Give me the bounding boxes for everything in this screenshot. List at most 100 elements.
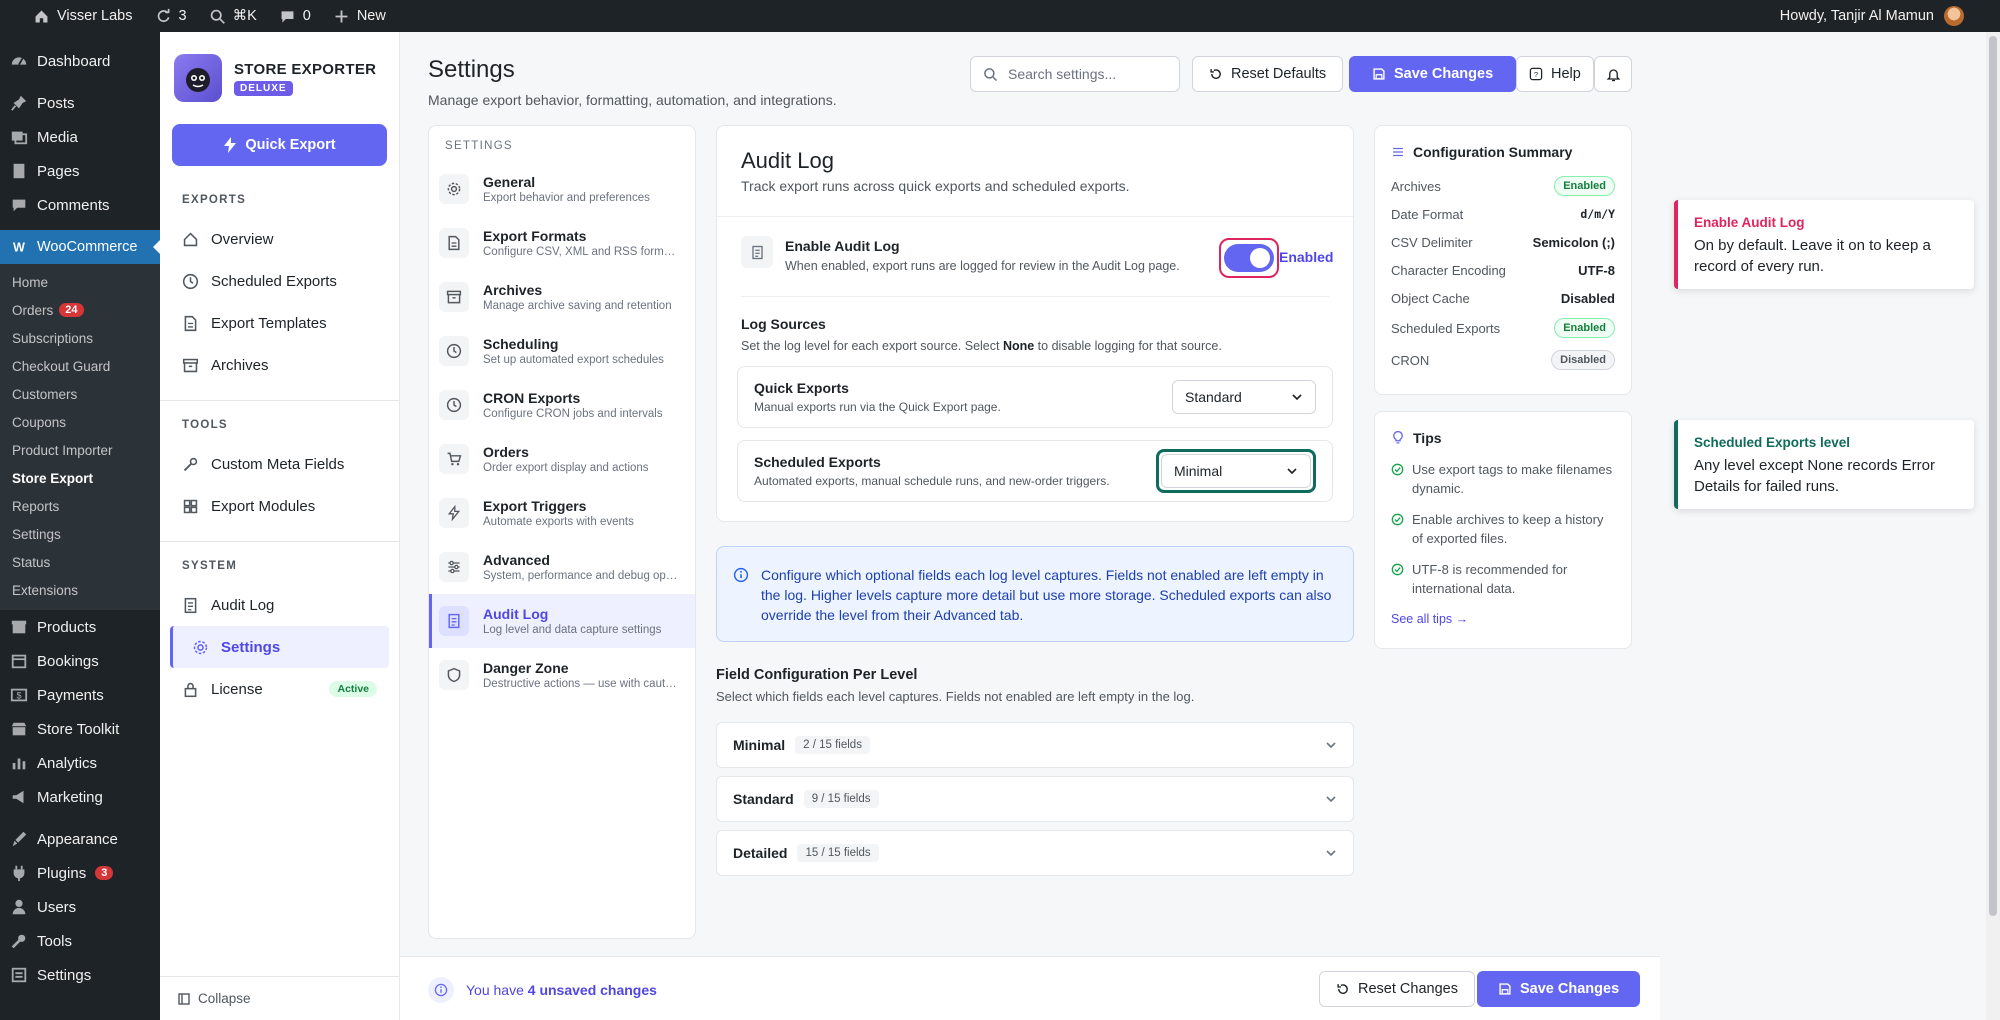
menu-dashboard[interactable]: Dashboard bbox=[0, 44, 160, 78]
accordion-detailed[interactable]: Detailed 15 / 15 fields bbox=[716, 830, 1354, 876]
settings-nav-general[interactable]: General Export behavior and preferences bbox=[429, 162, 695, 216]
menu-analytics[interactable]: Analytics bbox=[0, 746, 160, 780]
submenu-item[interactable]: Reports bbox=[0, 492, 160, 520]
reset-defaults-button[interactable]: Reset Defaults bbox=[1192, 56, 1344, 92]
menu-posts[interactable]: Posts bbox=[0, 86, 160, 120]
settings-nav-scheduling[interactable]: Scheduling Set up automated export schedu… bbox=[429, 324, 695, 378]
settings-nav-orders[interactable]: Orders Order export display and actions bbox=[429, 432, 695, 486]
updates-link[interactable]: 3 bbox=[144, 0, 198, 32]
settings-nav-archives[interactable]: Archives Manage archive saving and retent… bbox=[429, 270, 695, 324]
menu-users[interactable]: Users bbox=[0, 890, 160, 924]
submenu-item[interactable]: Customers bbox=[0, 380, 160, 408]
divider bbox=[741, 296, 1329, 297]
submenu-item[interactable]: Extensions bbox=[0, 576, 160, 604]
enable-audit-log-title: Enable Audit Log bbox=[785, 238, 900, 254]
menu-appearance[interactable]: Appearance bbox=[0, 822, 160, 856]
section-heading: EXPORTS bbox=[182, 194, 247, 206]
nav-desc: Set up automated export schedules bbox=[483, 354, 664, 366]
wp-logo-icon[interactable]: W bbox=[0, 0, 22, 32]
settings-nav-audit-log[interactable]: Audit Log Log level and data capture sett… bbox=[429, 594, 695, 648]
submenu-item[interactable]: Coupons bbox=[0, 408, 160, 436]
submenu-item[interactable]: Checkout Guard bbox=[0, 352, 160, 380]
accordion-minimal[interactable]: Minimal 2 / 15 fields bbox=[716, 722, 1354, 768]
tips-title: Tips bbox=[1413, 430, 1442, 446]
accordion-standard[interactable]: Standard 9 / 15 fields bbox=[716, 776, 1354, 822]
settings-nav-export-triggers[interactable]: Export Triggers Automate exports with eve… bbox=[429, 486, 695, 540]
reset-changes-button[interactable]: Reset Changes bbox=[1319, 971, 1475, 1007]
command-search[interactable]: ⌘K bbox=[198, 0, 268, 32]
settings-nav-advanced[interactable]: Advanced System, performance and debug op… bbox=[429, 540, 695, 594]
settings-nav-danger-zone[interactable]: Danger Zone Destructive actions — use wit… bbox=[429, 648, 695, 702]
see-all-tips-link[interactable]: See all tips → bbox=[1375, 610, 1631, 628]
quick-exports-level-select[interactable]: Standard bbox=[1172, 380, 1316, 414]
nav-license[interactable]: License Active bbox=[160, 668, 399, 710]
menu-settings[interactable]: Settings bbox=[0, 958, 160, 992]
settings-nav-cron-exports[interactable]: CRON Exports Configure CRON jobs and inte… bbox=[429, 378, 695, 432]
nav-title: Export Triggers bbox=[483, 498, 587, 514]
menu-comments[interactable]: Comments bbox=[0, 188, 160, 222]
menu-media[interactable]: Media bbox=[0, 120, 160, 154]
row-label: Archives bbox=[1391, 178, 1441, 194]
nav-title: Audit Log bbox=[483, 606, 549, 622]
button-label: Save Changes bbox=[1394, 66, 1494, 82]
clock-icon bbox=[439, 390, 469, 420]
submenu-item-current[interactable]: Store Export bbox=[0, 464, 160, 492]
source-desc: Manual exports run via the Quick Export … bbox=[754, 400, 1001, 414]
help-button[interactable]: ? Help bbox=[1516, 56, 1594, 92]
submenu-item[interactable]: Orders 24 bbox=[0, 296, 160, 324]
nav-label: Custom Meta Fields bbox=[211, 455, 345, 473]
save-changes-button[interactable]: Save Changes bbox=[1349, 56, 1517, 92]
new-label: New bbox=[356, 8, 386, 24]
notifications-button[interactable] bbox=[1594, 56, 1632, 92]
collapse-button[interactable]: Collapse bbox=[160, 976, 399, 1020]
quick-export-button[interactable]: Quick Export bbox=[172, 124, 387, 166]
submenu-item[interactable]: Product Importer bbox=[0, 436, 160, 464]
menu-plugins[interactable]: Plugins 3 bbox=[0, 856, 160, 890]
menu-label: WooCommerce bbox=[37, 239, 138, 255]
submenu-label: Extensions bbox=[12, 582, 79, 598]
menu-bookings[interactable]: Bookings bbox=[0, 644, 160, 678]
account-menu[interactable]: Howdy, Tanjir Al Mamun bbox=[1780, 6, 2000, 26]
nav-archives[interactable]: Archives bbox=[160, 344, 399, 386]
submenu-item[interactable]: Settings bbox=[0, 520, 160, 548]
tip-item: Enable archives to keep a history of exp… bbox=[1375, 510, 1631, 548]
page-scrollbar[interactable] bbox=[1986, 32, 2000, 1020]
submenu-item[interactable]: Subscriptions bbox=[0, 324, 160, 352]
nav-export-templates[interactable]: Export Templates bbox=[160, 302, 399, 344]
comments-link[interactable]: 0 bbox=[268, 0, 322, 32]
save-changes-footer-button[interactable]: Save Changes bbox=[1477, 971, 1641, 1007]
menu-woocommerce[interactable]: W WooCommerce bbox=[0, 230, 160, 264]
nav-overview[interactable]: Overview bbox=[160, 218, 399, 260]
nav-custom-meta-fields[interactable]: Custom Meta Fields bbox=[160, 443, 399, 485]
nav-desc: Automate exports with events bbox=[483, 516, 634, 528]
check-circle-icon bbox=[1391, 460, 1404, 498]
nav-settings[interactable]: Settings bbox=[170, 626, 389, 668]
menu-payments[interactable]: $ Payments bbox=[0, 678, 160, 712]
level-count: 9 / 15 fields bbox=[803, 790, 879, 808]
enable-audit-log-toggle[interactable] bbox=[1219, 238, 1279, 278]
submenu-item[interactable]: Status bbox=[0, 548, 160, 576]
nav-audit-log[interactable]: Audit Log bbox=[160, 584, 399, 626]
submenu-label: Store Export bbox=[12, 470, 94, 486]
search-input[interactable]: Search settings... bbox=[970, 56, 1180, 92]
wrench-icon bbox=[10, 932, 28, 950]
source-row-scheduled-exports: Scheduled Exports Automated exports, man… bbox=[737, 440, 1333, 502]
menu-tools[interactable]: Tools bbox=[0, 924, 160, 958]
nav-export-modules[interactable]: Export Modules bbox=[160, 485, 399, 527]
submenu-item[interactable]: Home bbox=[0, 268, 160, 296]
annotation-title: Scheduled Exports level bbox=[1694, 435, 1851, 450]
scrollbar-thumb[interactable] bbox=[1989, 36, 1997, 916]
level-name: Standard bbox=[733, 791, 794, 807]
menu-marketing[interactable]: Marketing bbox=[0, 780, 160, 814]
menu-products[interactable]: Products bbox=[0, 610, 160, 644]
nav-scheduled-exports[interactable]: Scheduled Exports bbox=[160, 260, 399, 302]
new-link[interactable]: New bbox=[322, 0, 397, 32]
site-link[interactable]: Visser Labs bbox=[22, 0, 144, 32]
divider bbox=[160, 400, 399, 401]
menu-store-toolkit[interactable]: Store Toolkit bbox=[0, 712, 160, 746]
scheduled-exports-level-select[interactable]: Minimal bbox=[1161, 454, 1311, 488]
source-title: Quick Exports bbox=[754, 380, 849, 396]
menu-pages[interactable]: Pages bbox=[0, 154, 160, 188]
settings-nav-export-formats[interactable]: Export Formats Configure CSV, XML and RSS… bbox=[429, 216, 695, 270]
sliders-icon bbox=[439, 552, 469, 582]
